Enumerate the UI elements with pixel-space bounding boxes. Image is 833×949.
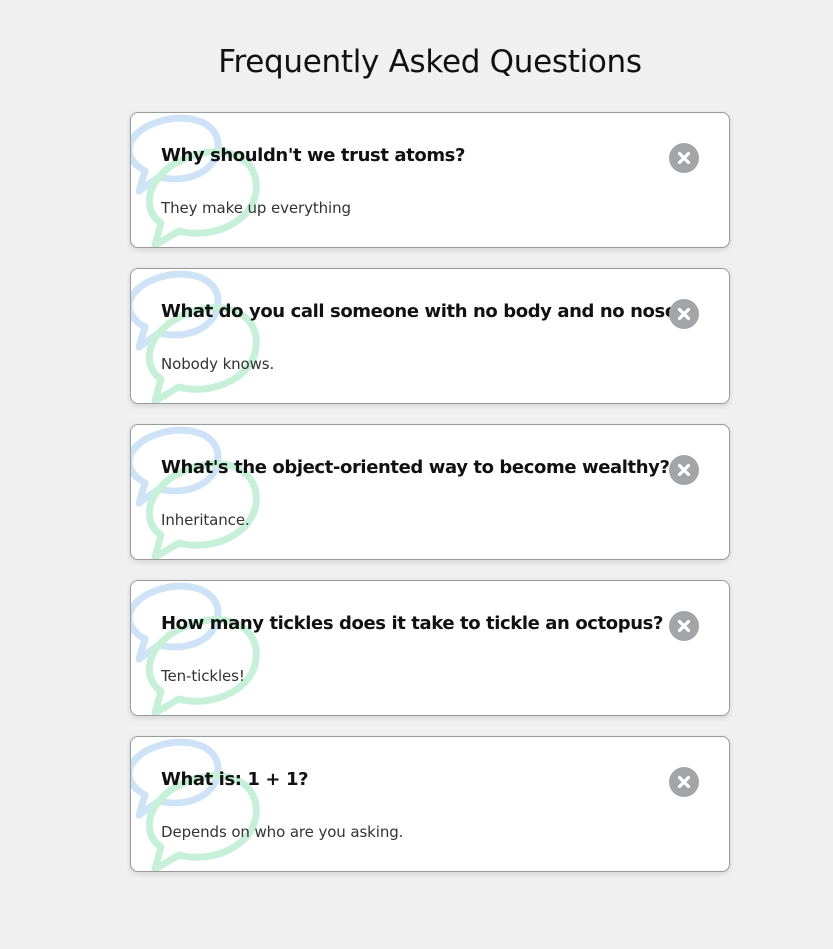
close-icon bbox=[677, 151, 691, 165]
faq-question: What is: 1 + 1? bbox=[161, 769, 309, 790]
chat-bubbles-icon bbox=[131, 738, 260, 871]
faq-question: How many tickles does it take to tickle … bbox=[161, 613, 663, 634]
close-icon bbox=[677, 775, 691, 789]
faq-question: Why shouldn't we trust atoms? bbox=[161, 145, 466, 166]
faq-item[interactable]: Why shouldn't we trust atoms? They make … bbox=[130, 112, 730, 248]
close-button[interactable] bbox=[669, 143, 699, 173]
close-icon bbox=[677, 307, 691, 321]
faq-answer: Ten-tickles! bbox=[161, 667, 245, 685]
faq-item[interactable]: What's the object-oriented way to become… bbox=[130, 424, 730, 560]
chat-bubbles-icon bbox=[131, 582, 260, 715]
faq-question: What do you call someone with no body an… bbox=[161, 301, 687, 322]
faq-answer: Nobody knows. bbox=[161, 355, 275, 373]
faq-item[interactable]: How many tickles does it take to tickle … bbox=[130, 580, 730, 716]
close-button[interactable] bbox=[669, 611, 699, 641]
close-icon bbox=[677, 619, 691, 633]
faq-item[interactable]: What do you call someone with no body an… bbox=[130, 268, 730, 404]
faq-question: What's the object-oriented way to become… bbox=[161, 457, 670, 478]
close-button[interactable] bbox=[669, 455, 699, 485]
close-button[interactable] bbox=[669, 767, 699, 797]
close-icon bbox=[677, 463, 691, 477]
faq-list: Why shouldn't we trust atoms? They make … bbox=[130, 112, 730, 892]
chat-bubbles-icon bbox=[131, 426, 260, 559]
faq-item[interactable]: What is: 1 + 1? Depends on who are you a… bbox=[130, 736, 730, 872]
page-title: Frequently Asked Questions bbox=[218, 44, 642, 80]
faq-answer: Inheritance. bbox=[161, 511, 250, 529]
chat-bubbles-icon bbox=[131, 114, 260, 247]
faq-answer: Depends on who are you asking. bbox=[161, 823, 404, 841]
chat-bubbles-icon bbox=[131, 270, 260, 403]
faq-answer: They make up everything bbox=[161, 199, 351, 217]
close-button[interactable] bbox=[669, 299, 699, 329]
